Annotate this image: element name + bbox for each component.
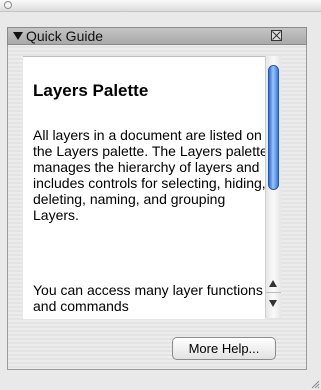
scroll-thumb[interactable] — [268, 65, 279, 190]
palette-header[interactable]: Quick Guide — [7, 27, 307, 45]
window-close-icon[interactable] — [4, 1, 12, 9]
scroll-down-arrow-icon[interactable] — [269, 300, 277, 307]
window: Quick Guide Layers Palette All layers in… — [0, 0, 321, 390]
guide-content: Layers Palette All layers in a document … — [23, 56, 265, 319]
palette-title: Quick Guide — [26, 28, 104, 44]
triangle-down-icon[interactable] — [13, 32, 23, 40]
more-help-button[interactable]: More Help... — [172, 337, 276, 360]
content-paragraph: All layers in a document are listed on t… — [33, 127, 265, 223]
content-heading: Layers Palette — [33, 81, 149, 100]
scroll-arrow-divider — [266, 292, 281, 293]
scroll-up-arrow-icon[interactable] — [269, 280, 277, 287]
resize-grip-icon[interactable] — [310, 379, 320, 389]
content-paragraph: You can access many layer functions and … — [33, 282, 263, 314]
close-box-icon[interactable] — [271, 30, 282, 41]
window-titlebar[interactable] — [0, 0, 321, 12]
vertical-scrollbar[interactable] — [265, 56, 281, 318]
